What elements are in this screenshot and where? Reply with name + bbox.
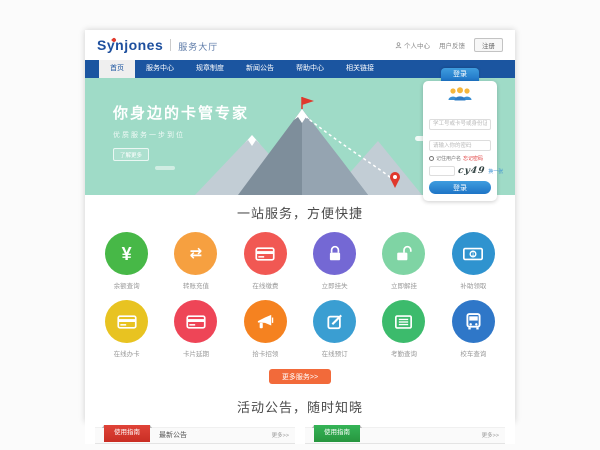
usage-guide-ribbon-red[interactable]: 使用指南 [104, 425, 150, 442]
announcements-section: 活动公告，随时知晓 使用指南 最新公告 更多>> 使用指南 更多>> [85, 397, 515, 444]
lock-icon [313, 232, 356, 275]
banknote-icon: 1 [452, 232, 495, 275]
service-label: 校车查询 [439, 348, 508, 358]
hero-copy: 你身边的卡管专家 优质服务一步到位 了解更多 [113, 102, 249, 162]
hero-cta-button[interactable]: 了解更多 [113, 148, 149, 161]
site-logo[interactable]: Synjones 服务大厅 [97, 37, 218, 53]
announcement-panel-left: 使用指南 最新公告 更多>> [95, 427, 295, 444]
hero-subtitle: 优质服务一步到位 [113, 130, 249, 140]
nav-item-5[interactable]: 相关链接 [335, 60, 385, 78]
service-item-11[interactable]: 校车查询 [439, 300, 508, 358]
service-item-0[interactable]: ¥ 余额查询 [92, 232, 161, 290]
captcha-refresh-link[interactable]: 换一张 [488, 168, 503, 175]
service-item-1[interactable]: ⇄ 转账充值 [161, 232, 230, 290]
site-subtitle: 服务大厅 [178, 40, 218, 53]
services-grid: ¥ 余额查询 ⇄ 转账充值在线缴费立即挂失立即解挂 1 补助领取在线办卡卡片延期拾卡招领在… [92, 232, 508, 358]
desktop-background: Synjones 服务大厅 个人中心 用户反馈 注册 首页服务中心规章制度新闻公… [0, 0, 600, 450]
site-header: Synjones 服务大厅 个人中心 用户反馈 注册 [85, 30, 515, 60]
cloud-shape [155, 166, 175, 170]
service-label: 卡片延期 [161, 348, 230, 358]
captcha-image: cy49 [457, 166, 486, 176]
announcement-panel-right: 使用指南 更多>> [305, 427, 505, 444]
announcement-panels: 使用指南 最新公告 更多>> 使用指南 更多>> [85, 427, 515, 444]
svg-text:1: 1 [471, 252, 475, 258]
hero-title: 你身边的卡管专家 [113, 102, 249, 123]
login-options-row: 记住用户名 忘记密码 [429, 155, 491, 162]
announcements-title: 活动公告，随时知晓 [85, 397, 515, 416]
nav-item-1[interactable]: 服务中心 [135, 60, 185, 78]
captcha-row: cy49 换一张 [429, 166, 491, 176]
service-label: 考勤查询 [369, 348, 438, 358]
unlock-icon [382, 232, 425, 275]
more-link-left[interactable]: 更多>> [272, 428, 289, 444]
nav-item-0[interactable]: 首页 [99, 60, 135, 78]
service-item-6[interactable]: 在线办卡 [92, 300, 161, 358]
remember-label: 记住用户名 [436, 155, 461, 162]
service-label: 在线缴费 [231, 280, 300, 290]
login-panel: 登录 记住用户名 忘记密码 cy4 [423, 68, 497, 201]
login-tab[interactable]: 登录 [441, 68, 479, 81]
edit-icon [313, 300, 356, 343]
logo-divider [170, 39, 171, 51]
yen-icon: ¥ [105, 232, 148, 275]
services-title: 一站服务，方便快捷 [85, 203, 515, 222]
login-password-input[interactable] [429, 140, 491, 151]
latest-news-tab[interactable]: 最新公告 [159, 428, 187, 444]
service-label: 立即解挂 [369, 280, 438, 290]
user-feedback-link[interactable]: 用户反馈 [439, 40, 465, 50]
card-icon [105, 300, 148, 343]
login-submit-button[interactable]: 登录 [429, 181, 491, 194]
service-item-9[interactable]: 在线预订 [300, 300, 369, 358]
users-icon [429, 87, 491, 107]
service-item-10[interactable]: 考勤查询 [369, 300, 438, 358]
captcha-input[interactable] [429, 166, 455, 176]
login-form: 记住用户名 忘记密码 cy49 换一张 登录 [423, 81, 497, 201]
service-label: 余额查询 [92, 280, 161, 290]
nav-item-2[interactable]: 规章制度 [185, 60, 235, 78]
service-item-8[interactable]: 拾卡招领 [231, 300, 300, 358]
personal-center-label: 个人中心 [404, 40, 430, 50]
service-label: 转账充值 [161, 280, 230, 290]
nav-item-4[interactable]: 帮助中心 [285, 60, 335, 78]
service-item-3[interactable]: 立即挂失 [300, 232, 369, 290]
service-item-5[interactable]: 1 补助领取 [439, 232, 508, 290]
logo-text: Synjones [97, 37, 163, 53]
service-label: 拾卡招领 [231, 348, 300, 358]
header-account-links: 个人中心 用户反馈 注册 [395, 38, 503, 52]
person-icon [395, 42, 402, 49]
service-label: 在线办卡 [92, 348, 161, 358]
megaphone-icon [244, 300, 287, 343]
login-id-input[interactable] [429, 119, 491, 130]
service-item-7[interactable]: 卡片延期 [161, 300, 230, 358]
service-label: 立即挂失 [300, 280, 369, 290]
more-services-button[interactable]: 更多服务>> [269, 369, 331, 384]
more-link-right[interactable]: 更多>> [482, 428, 499, 444]
browser-page: Synjones 服务大厅 个人中心 用户反馈 注册 首页服务中心规章制度新闻公… [85, 30, 515, 422]
services-section: 一站服务，方便快捷 ¥ 余额查询 ⇄ 转账充值在线缴费立即挂失立即解挂 1 补助领取在线办… [85, 195, 515, 384]
card-icon [244, 232, 287, 275]
usage-guide-ribbon-green[interactable]: 使用指南 [314, 425, 360, 442]
service-label: 在线预订 [300, 348, 369, 358]
card-icon [174, 300, 217, 343]
remember-checkbox[interactable] [429, 156, 434, 161]
list-icon [382, 300, 425, 343]
register-button[interactable]: 注册 [474, 38, 503, 52]
bus-icon [452, 300, 495, 343]
service-item-4[interactable]: 立即解挂 [369, 232, 438, 290]
forgot-password-link[interactable]: 忘记密码 [463, 155, 483, 162]
nav-item-3[interactable]: 新闻公告 [235, 60, 285, 78]
personal-center-link[interactable]: 个人中心 [395, 40, 430, 50]
transfer-icon: ⇄ [174, 232, 217, 275]
service-label: 补助领取 [439, 280, 508, 290]
service-item-2[interactable]: 在线缴费 [231, 232, 300, 290]
